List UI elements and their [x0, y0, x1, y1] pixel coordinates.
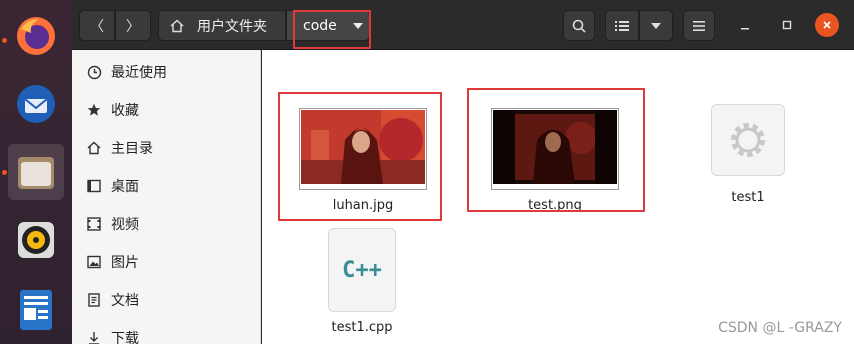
sidebar-item-label: 下载	[111, 331, 139, 344]
sidebar-item-label: 最近使用	[111, 65, 167, 81]
thunderbird-launcher[interactable]	[8, 76, 64, 132]
writer-icon	[20, 290, 52, 330]
view-list-button[interactable]	[605, 10, 639, 41]
video-icon	[86, 216, 102, 232]
close-icon	[823, 21, 831, 29]
firefox-icon	[17, 17, 55, 55]
sidebar-item-downloads[interactable]: 下载	[72, 319, 260, 344]
back-button[interactable]: 〈	[79, 10, 115, 41]
thunderbird-icon	[17, 85, 55, 123]
maximize-icon	[782, 20, 792, 30]
document-icon	[86, 292, 102, 308]
annotation-box	[278, 92, 442, 221]
header-bar: 〈 〉 用户文件夹 code	[72, 0, 854, 50]
file-manager-window: 〈 〉 用户文件夹 code 最近使用 收藏 主目录 桌面 视频 图片 文档 下…	[0, 0, 854, 344]
menu-button[interactable]	[683, 10, 715, 41]
sidebar-item-label: 图片	[111, 255, 139, 271]
sidebar-item-pictures[interactable]: 图片	[72, 243, 260, 281]
file-name: test1.cpp	[331, 320, 393, 335]
download-icon	[86, 330, 102, 344]
sidebar: 最近使用 收藏 主目录 桌面 视频 图片 文档 下载	[72, 50, 261, 344]
gear-icon	[731, 123, 765, 157]
minimize-button[interactable]	[733, 13, 757, 37]
desktop-icon	[86, 178, 102, 194]
list-view-icon	[615, 20, 629, 31]
sidebar-item-label: 主目录	[111, 141, 153, 157]
search-button[interactable]	[563, 10, 595, 41]
sidebar-item-recent[interactable]: 最近使用	[72, 53, 260, 91]
breadcrumb-home-label: 用户文件夹	[197, 18, 267, 35]
file-grid: luhan.jpg test.png test1 C++ test1.cpp C…	[262, 50, 854, 344]
file-item-test1-cpp[interactable]: C++ test1.cpp	[312, 228, 412, 335]
sidebar-item-home[interactable]: 主目录	[72, 129, 260, 167]
dock	[0, 0, 72, 344]
home-icon	[170, 19, 184, 32]
back-icon: 〈	[90, 18, 104, 35]
sidebar-item-videos[interactable]: 视频	[72, 205, 260, 243]
files-launcher[interactable]	[8, 144, 64, 200]
sidebar-item-label: 视频	[111, 217, 139, 233]
sidebar-item-documents[interactable]: 文档	[72, 281, 260, 319]
annotation-box	[293, 10, 371, 49]
home-icon	[86, 140, 102, 156]
forward-button[interactable]: 〉	[115, 10, 151, 41]
file-item-test1[interactable]: test1	[698, 104, 798, 205]
sidebar-item-desktop[interactable]: 桌面	[72, 167, 260, 205]
watermark: CSDN @L -GRAZY	[718, 320, 842, 336]
search-icon	[572, 19, 586, 33]
rhythmbox-launcher[interactable]	[8, 212, 64, 268]
writer-launcher[interactable]	[8, 282, 64, 338]
annotation-box	[467, 88, 645, 212]
minimize-icon	[741, 28, 749, 30]
sidebar-item-label: 桌面	[111, 179, 139, 195]
running-indicator	[2, 38, 7, 43]
picture-icon	[86, 254, 102, 270]
firefox-launcher[interactable]	[8, 8, 64, 64]
sidebar-item-starred[interactable]: 收藏	[72, 91, 260, 129]
maximize-button[interactable]	[775, 13, 799, 37]
breadcrumb-home[interactable]: 用户文件夹	[158, 10, 286, 41]
clock-icon	[86, 64, 102, 80]
hamburger-icon	[693, 20, 705, 31]
file-name: test1	[731, 190, 765, 205]
chevron-down-icon	[651, 22, 661, 29]
close-button[interactable]	[815, 13, 839, 37]
view-options-button[interactable]	[639, 10, 673, 41]
sidebar-item-label: 文档	[111, 293, 139, 309]
sidebar-item-label: 收藏	[111, 103, 139, 119]
cpp-label: C++	[342, 257, 382, 283]
cpp-file-icon: C++	[328, 228, 396, 312]
running-indicator	[2, 170, 7, 175]
speaker-icon	[18, 222, 54, 258]
forward-icon: 〉	[126, 18, 140, 35]
executable-icon	[711, 104, 785, 176]
folder-icon	[18, 157, 54, 189]
star-icon	[86, 102, 102, 118]
